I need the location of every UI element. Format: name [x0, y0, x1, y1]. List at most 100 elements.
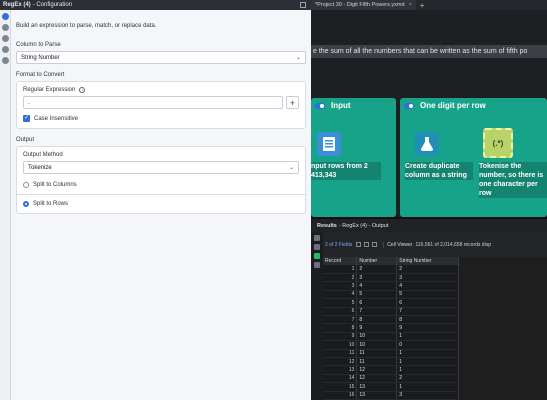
tag-icon[interactable]	[2, 46, 9, 53]
output-icon[interactable]	[314, 253, 320, 259]
cell-viewer-dropdown[interactable]: Cell Viewer	[383, 241, 412, 248]
record-cell[interactable]: 1	[323, 265, 358, 274]
text-input-tool[interactable]	[317, 132, 341, 156]
string-number-cell[interactable]: 1	[396, 332, 459, 342]
string-number-cell[interactable]: 1	[396, 382, 459, 392]
table-row[interactable]: 12 11 1	[323, 357, 459, 367]
table-row[interactable]: 122	[323, 265, 459, 274]
fields-selector[interactable]: 2 of 2 Fields	[325, 242, 352, 248]
record-cell[interactable]: 8	[323, 323, 358, 333]
string-number-cell[interactable]: 2	[396, 374, 459, 384]
number-cell[interactable]: 5	[356, 290, 398, 300]
number-cell[interactable]: 11	[356, 357, 398, 367]
number-cell[interactable]: 7	[356, 307, 398, 316]
workflow-canvas[interactable]: e the sum of all the numbers that can be…	[311, 10, 547, 217]
column-header-string-number[interactable]: String Number	[396, 257, 459, 265]
number-cell[interactable]: 3	[356, 273, 398, 283]
table-row[interactable]: 788	[323, 315, 459, 325]
help-icon[interactable]	[2, 57, 9, 64]
gear-icon[interactable]	[2, 13, 9, 20]
number-cell[interactable]: 6	[356, 298, 398, 308]
number-cell[interactable]: 4	[356, 281, 398, 291]
record-cell[interactable]: 12	[323, 357, 358, 367]
record-cell[interactable]: 5	[323, 298, 358, 308]
close-icon[interactable]: ×	[409, 2, 412, 8]
string-number-cell[interactable]: 3	[396, 273, 459, 283]
string-number-cell[interactable]: 4	[396, 281, 459, 291]
results-grid[interactable]: Record Number String Number 122233344455…	[323, 257, 459, 400]
string-number-cell[interactable]: 1	[396, 349, 459, 358]
string-number-cell[interactable]: 7	[396, 307, 459, 316]
dock-icon[interactable]	[300, 2, 306, 8]
number-cell[interactable]: 9	[356, 323, 398, 333]
string-number-cell[interactable]: 9	[396, 323, 459, 333]
number-cell[interactable]: 13	[356, 391, 398, 400]
number-cell[interactable]: 12	[356, 365, 398, 375]
string-number-cell[interactable]: 0	[396, 340, 459, 350]
output-method-select[interactable]: Tokenize ⌄	[23, 161, 299, 174]
record-cell[interactable]: 7	[323, 315, 358, 325]
output-anchor-icon[interactable]	[314, 235, 320, 241]
column-header-number[interactable]: Number	[356, 257, 398, 265]
record-cell[interactable]: 13	[323, 365, 358, 375]
table-row[interactable]: 344	[323, 281, 459, 291]
string-number-cell[interactable]: 2	[396, 265, 459, 274]
record-cell[interactable]: 11	[323, 349, 358, 358]
split-rows-radio[interactable]	[23, 201, 29, 207]
table-row[interactable]: 899	[323, 323, 459, 333]
tab-project-30[interactable]: *Project 30 - Digit Fifth Powers.yxmd ×	[311, 0, 416, 10]
table-row[interactable]: 455	[323, 290, 459, 300]
number-cell[interactable]: 10	[356, 340, 398, 350]
regex-tool[interactable]: (.*)	[483, 128, 513, 158]
record-cell[interactable]: 16	[323, 391, 358, 400]
sort-icon[interactable]	[364, 242, 370, 247]
table-row[interactable]: 14 12 2	[323, 374, 459, 384]
insert-token-button[interactable]: +	[286, 96, 299, 109]
column-header-record[interactable]: Record	[323, 257, 358, 265]
string-number-cell[interactable]: 1	[396, 365, 459, 375]
record-cell[interactable]: 15	[323, 382, 358, 392]
record-cell[interactable]: 2	[323, 273, 358, 283]
number-cell[interactable]: 11	[356, 349, 398, 358]
code-icon[interactable]	[2, 24, 9, 31]
record-cell[interactable]: 6	[323, 307, 358, 316]
container-toggle[interactable]	[404, 102, 414, 109]
string-number-cell[interactable]: 3	[396, 391, 459, 400]
workflow-comment[interactable]: e the sum of all the numbers that can be…	[311, 45, 547, 58]
string-number-cell[interactable]: 1	[396, 357, 459, 367]
table-row[interactable]: 677	[323, 307, 459, 316]
split-columns-option[interactable]: Split to Columns	[23, 182, 299, 188]
compass-icon[interactable]	[2, 35, 9, 42]
filter-icon[interactable]	[356, 242, 362, 247]
record-cell[interactable]: 14	[323, 374, 358, 384]
number-cell[interactable]: 2	[356, 265, 398, 274]
string-number-cell[interactable]: 8	[396, 315, 459, 325]
table-row[interactable]: 15 13 1	[323, 382, 459, 392]
table-row[interactable]: 10 10 0	[323, 340, 459, 350]
container-toggle[interactable]	[315, 102, 325, 109]
table-row[interactable]: 16 13 3	[323, 391, 459, 400]
table-row[interactable]: 11 11 1	[323, 349, 459, 358]
record-cell[interactable]: 4	[323, 290, 358, 300]
table-row[interactable]: 233	[323, 273, 459, 283]
help-icon[interactable]	[314, 262, 320, 268]
formula-tool[interactable]	[415, 132, 439, 156]
list-icon[interactable]	[314, 244, 320, 250]
split-columns-radio[interactable]	[23, 182, 29, 188]
container-digit[interactable]: One digit per row	[400, 98, 547, 217]
number-cell[interactable]: 10	[356, 332, 398, 342]
string-number-cell[interactable]: 6	[396, 298, 459, 308]
copy-icon[interactable]	[372, 242, 378, 247]
table-row[interactable]: 13 12 1	[323, 365, 459, 375]
record-cell[interactable]: 3	[323, 281, 358, 291]
regex-input[interactable]: .	[23, 96, 283, 109]
record-cell[interactable]: 9	[323, 332, 358, 342]
number-cell[interactable]: 8	[356, 315, 398, 325]
number-cell[interactable]: 12	[356, 374, 398, 384]
table-row[interactable]: 9 10 1	[323, 332, 459, 342]
split-rows-option[interactable]: Split to Rows	[23, 201, 299, 207]
info-icon[interactable]: i	[79, 87, 86, 93]
column-to-parse-select[interactable]: String Number ⌄	[16, 51, 306, 64]
case-insensitive-checkbox[interactable]: ✓	[23, 115, 30, 122]
record-cell[interactable]: 10	[323, 340, 358, 350]
